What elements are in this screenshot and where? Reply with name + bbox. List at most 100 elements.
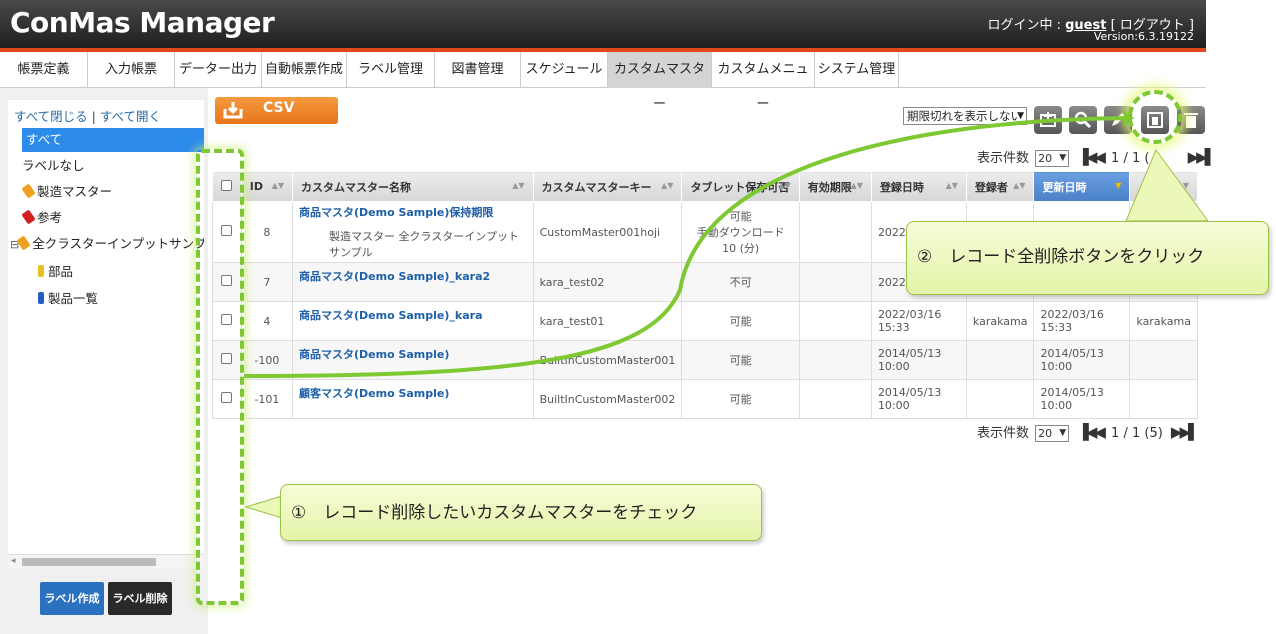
page-info: 1 / 1 (	[1111, 151, 1150, 166]
label-tree-panel: すべて閉じる | すべて開く すべて ラベルなし 製造マスター 参考 ⊟ 全クラスター…	[8, 100, 204, 568]
tree-item-label: ラベルなし	[22, 158, 85, 173]
search-icon	[1074, 111, 1092, 129]
collapse-all-link[interactable]: すべて閉じる	[14, 109, 88, 124]
cell-id: 7	[240, 262, 294, 302]
column-header-name[interactable]: カスタムマスター名称 ▲▼	[292, 171, 534, 202]
tree-item-products[interactable]: 製品一覧	[38, 289, 98, 309]
master-labels: 製造マスター 全クラスターインプットサンプル	[329, 230, 519, 259]
checkbox-highlight	[196, 149, 244, 605]
filter-value: 期限切れを表示しない	[907, 109, 1022, 123]
cell-tablet: 可能	[681, 340, 800, 380]
per-page-value: 20	[1038, 427, 1053, 440]
column-header-label: カスタムマスター名称	[301, 180, 411, 194]
column-header-label: 登録日時	[879, 180, 924, 194]
column-header-tablet[interactable]: タブレット保存可否 ▲▼	[681, 171, 800, 202]
tree-item-reference[interactable]: 参考	[21, 208, 62, 228]
download-icon	[223, 102, 243, 119]
tablet-status: 可能	[729, 210, 752, 223]
cell-name: 商品マスタ(Demo Sample)_kara2	[292, 262, 534, 302]
csv-button[interactable]: CSV	[215, 97, 338, 124]
cell-key: kara_test02	[532, 262, 683, 302]
table-row[interactable]: -100 商品マスタ(Demo Sample) BuiltInCustomMas…	[212, 340, 1198, 380]
master-name-link[interactable]: 商品マスタ(Demo Sample)_kara	[299, 307, 527, 323]
cell-id: -100	[240, 340, 294, 380]
tab-auto-form[interactable]: 自動帳票作成	[262, 52, 347, 88]
tab-custom-menu[interactable]: カスタムメニュー	[712, 52, 815, 112]
tree-item-parts[interactable]: 部品	[38, 262, 73, 282]
search-button[interactable]	[1069, 106, 1097, 134]
tab-library[interactable]: 図書管理	[435, 52, 521, 88]
sidebar-horizontal-scrollbar[interactable]: ◂	[8, 554, 204, 568]
last-page-icon[interactable]: ▶▶▌	[1171, 423, 1200, 441]
tab-label-management[interactable]: ラベル管理	[347, 52, 435, 88]
column-header-key[interactable]: カスタムマスターキー ▲▼	[532, 171, 683, 202]
tab-form-definition[interactable]: 帳票定義	[0, 52, 88, 88]
tab-data-output[interactable]: データー出力	[175, 52, 262, 88]
instruction-callout-step2: ② レコード全削除ボタンをクリック	[906, 221, 1269, 295]
chevron-down-icon: ▼	[1017, 111, 1024, 121]
first-page-icon[interactable]: ▐◀◀	[1077, 423, 1106, 441]
tree-toggle-links: すべて閉じる | すべて開く	[14, 106, 161, 125]
cell-tablet: 可能 手動ダウンロード 10 (分)	[681, 201, 800, 263]
cell-expiry	[798, 262, 872, 302]
cell-key: kara_test01	[532, 301, 683, 341]
column-header-creator[interactable]: 登録者 ▲▼	[965, 171, 1035, 202]
tab-schedule[interactable]: スケジュール	[521, 52, 608, 88]
cell-updater	[1129, 340, 1198, 380]
instruction-callout-step1: ① レコード削除したいカスタムマスターをチェック	[280, 484, 762, 541]
label-tag-icon	[38, 292, 44, 304]
column-header-created[interactable]: 登録日時 ▲▼	[870, 171, 967, 202]
cell-expiry	[798, 340, 872, 380]
delete-button-highlight	[1128, 90, 1182, 144]
per-page-label: 表示件数	[977, 151, 1030, 166]
tab-system[interactable]: システム管理	[815, 52, 899, 88]
tree-item-no-label[interactable]: ラベルなし	[22, 156, 85, 176]
trash-icon	[1184, 113, 1198, 128]
cell-name: 顧客マスタ(Demo Sample)	[292, 379, 534, 419]
custom-master-table: ID ▲▼ カスタムマスター名称 ▲▼ カスタムマスターキー ▲▼ タブレット保存可否…	[212, 171, 1198, 419]
column-header-expiry[interactable]: 有効期限 ▲▼	[798, 171, 872, 202]
table-row[interactable]: 4 商品マスタ(Demo Sample)_kara kara_test01 可能…	[212, 301, 1198, 341]
create-label-button[interactable]: ラベル作成	[40, 582, 104, 615]
column-header-updater[interactable]: ▲▼	[1129, 171, 1198, 202]
cell-expiry	[798, 379, 872, 419]
master-name-link[interactable]: 商品マスタ(Demo Sample)保持期限	[299, 204, 527, 220]
master-name-link[interactable]: 顧客マスタ(Demo Sample)	[299, 385, 527, 401]
tree-item-all[interactable]: すべて	[22, 128, 204, 152]
tree-item-cluster-sample[interactable]: ⊟ 全クラスターインプットサンプル	[10, 234, 204, 254]
expand-all-link[interactable]: すべて開く	[100, 109, 161, 124]
master-name-link[interactable]: 商品マスタ(Demo Sample)	[299, 346, 527, 362]
last-page-icon[interactable]: ▶▶▌	[1188, 148, 1217, 166]
per-page-select[interactable]: 20 ▼	[1035, 150, 1070, 167]
cell-id: 8	[240, 201, 294, 263]
tree-item-manufacturing-master[interactable]: 製造マスター	[21, 182, 112, 202]
pager-bottom: 表示件数 20 ▼ ▐◀◀ 1 / 1 (5) ▶▶▌	[977, 422, 1201, 442]
cell-tablet: 可能	[681, 301, 800, 341]
chevron-down-icon: ▼	[1059, 428, 1067, 438]
column-header-label: ID	[249, 180, 263, 193]
csv-label: CSV	[263, 100, 295, 116]
column-header-label: 有効期限	[807, 180, 852, 194]
tree-item-label: 製品一覧	[48, 291, 99, 306]
scrollbar-thumb[interactable]	[22, 558, 156, 566]
master-name-link[interactable]: 商品マスタ(Demo Sample)_kara2	[299, 268, 527, 284]
cell-tablet: 可能	[681, 379, 800, 419]
column-header-updated[interactable]: 更新日時 ▼	[1033, 171, 1131, 202]
pager-top: 表示件数 20 ▼ ▐◀◀ 1 / 1 ( ▶▶▌	[977, 147, 1217, 167]
tab-custom-master[interactable]: カスタムマスター	[608, 52, 712, 112]
scroll-left-icon[interactable]: ◂	[11, 556, 16, 566]
label-tag-icon	[21, 183, 36, 199]
cell-updated: 2022/03/16 15:33	[1033, 301, 1131, 341]
sort-icon: ▲▼	[1013, 181, 1026, 190]
expiry-filter-select[interactable]: 期限切れを表示しない ▼	[903, 107, 1027, 125]
main-nav: 帳票定義 入力帳票 データー出力 自動帳票作成 ラベル管理 図書管理 スケジュー…	[0, 52, 1206, 112]
column-header-id[interactable]: ID ▲▼	[240, 171, 294, 202]
tab-input-forms[interactable]: 入力帳票	[88, 52, 175, 88]
cell-tablet: 不可	[681, 262, 800, 302]
add-button[interactable]	[1034, 106, 1062, 134]
app-logo: ConMas Manager	[10, 6, 275, 39]
first-page-icon[interactable]: ▐◀◀	[1077, 148, 1106, 166]
table-row[interactable]: -101 顧客マスタ(Demo Sample) BuiltInCustomMas…	[212, 379, 1198, 419]
per-page-select[interactable]: 20 ▼	[1035, 425, 1070, 442]
delete-label-button[interactable]: ラベル削除	[108, 582, 172, 615]
